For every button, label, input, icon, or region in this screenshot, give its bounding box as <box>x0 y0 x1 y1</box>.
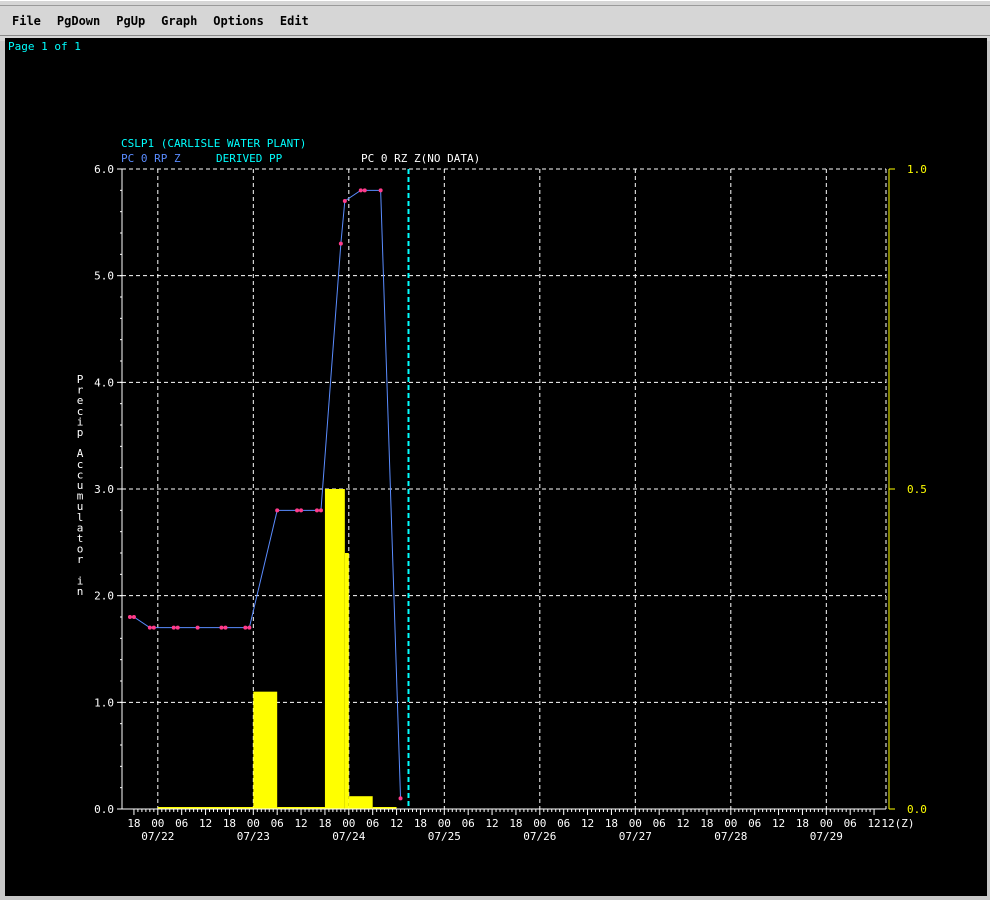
legend-item: PC 0 RP Z <box>121 152 181 165</box>
y-tick-label-left: 3.0 <box>94 483 114 496</box>
accumulator-point <box>147 625 152 630</box>
x-tick-label: 18 <box>127 817 140 830</box>
chart-title: CSLP1 (CARLISLE WATER PLANT) <box>121 137 306 150</box>
derived-pp-bar <box>344 553 349 809</box>
graph-panel: Page 1 of 1 0.0 1.0 2.0 3.0 4.0 5.0 6.0 18 00 06 12… <box>5 38 987 896</box>
x-tick-label: 06 <box>462 817 475 830</box>
page-indicator: Page 1 of 1 <box>8 40 81 53</box>
accumulator-point <box>171 625 176 630</box>
y-tick-label-right: 1.0 <box>907 163 927 176</box>
x-date-label: 07/24 <box>332 830 365 843</box>
menu-bar: File PgDown PgUp Graph Options Edit <box>0 0 990 41</box>
accumulator-point <box>378 188 383 193</box>
x-tick-label: 18 <box>414 817 427 830</box>
x-tick-label: 18 <box>318 817 331 830</box>
x-tick-label: 00 <box>533 817 546 830</box>
y-tick-label-left: 1.0 <box>94 696 114 709</box>
accumulator-point <box>362 188 367 193</box>
x-date-label: 07/28 <box>714 830 747 843</box>
menu-graph[interactable]: Graph <box>161 13 197 29</box>
y-tick-label-left: 4.0 <box>94 376 114 389</box>
y-axis-label-char: p <box>77 426 84 439</box>
x-tick-label: 06 <box>653 817 666 830</box>
x-tick-label: 12 <box>294 817 307 830</box>
accumulator-point <box>295 508 300 513</box>
legend-item: PC 0 RZ Z(NO DATA) <box>361 152 480 165</box>
x-tick-label: 00 <box>342 817 355 830</box>
x-date-label: 07/25 <box>428 830 461 843</box>
x-tick-label: 00 <box>247 817 260 830</box>
accumulator-point <box>131 615 136 619</box>
x-tick-label: 06 <box>844 817 857 830</box>
x-tick-label: 12 <box>390 817 403 830</box>
x-tick-label: 00 <box>820 817 833 830</box>
accumulator-point <box>243 625 248 630</box>
x-date-label: 07/27 <box>619 830 652 843</box>
accumulator-point <box>318 508 323 513</box>
y-tick-label-left: 5.0 <box>94 270 114 283</box>
y-tick-label-right: 0.5 <box>907 483 927 496</box>
accumulator-point <box>275 508 280 513</box>
precip-chart: Page 1 of 1 0.0 1.0 2.0 3.0 4.0 5.0 6.0 18 00 06 12… <box>8 40 927 843</box>
accumulator-point <box>247 625 252 630</box>
x-tick-label: 12 <box>867 817 880 830</box>
x-tick-label: 12 <box>772 817 785 830</box>
y-tick-label-right: 0.0 <box>907 803 927 816</box>
x-tick-label: 00 <box>438 817 451 830</box>
x-tick-label: 12 <box>485 817 498 830</box>
x-tick-label: 18 <box>796 817 809 830</box>
menu-bar-top-border <box>0 5 990 6</box>
x-tick-label: 06 <box>271 817 284 830</box>
y-tick-label-left: 6.0 <box>94 163 114 176</box>
derived-pp-bar <box>324 489 345 809</box>
x-tick-label: 06 <box>175 817 188 830</box>
menu-bar-bottom-border <box>0 35 990 36</box>
derived-pp-bar <box>253 691 278 809</box>
x-date-label: 07/22 <box>141 830 174 843</box>
x-tick-label: 00 <box>151 817 164 830</box>
x-tick-label: 18 <box>223 817 236 830</box>
accumulator-point <box>151 625 156 630</box>
menu-file[interactable]: File <box>12 13 41 29</box>
legend-item: DERIVED PP <box>216 152 283 165</box>
x-tick-label: 12 <box>581 817 594 830</box>
accumulator-point <box>338 241 343 246</box>
accumulator-point <box>127 615 132 619</box>
accumulator-point <box>342 199 347 203</box>
accumulator-point <box>299 508 304 513</box>
menu-edit[interactable]: Edit <box>280 13 309 29</box>
x-date-label: 07/29 <box>810 830 843 843</box>
menu-pgup[interactable]: PgUp <box>116 13 145 29</box>
accumulator-point <box>358 188 363 193</box>
x-tick-label: 12 <box>676 817 689 830</box>
x-tick-label: 18 <box>605 817 618 830</box>
x-date-label: 07/26 <box>523 830 556 843</box>
menu-items: File PgDown PgUp Graph Options Edit <box>12 13 325 29</box>
menu-pgdown[interactable]: PgDown <box>57 13 100 29</box>
x-tick-label: 18 <box>700 817 713 830</box>
accumulator-point <box>223 625 228 630</box>
accumulator-point <box>398 796 403 801</box>
x-tick-label: 00 <box>724 817 737 830</box>
accumulator-point <box>314 508 319 513</box>
x-date-label: 07/23 <box>237 830 270 843</box>
x-tick-label: 12(Z) <box>881 817 914 830</box>
x-tick-label: 06 <box>748 817 761 830</box>
x-tick-label: 18 <box>509 817 522 830</box>
menu-options[interactable]: Options <box>213 13 264 29</box>
x-tick-label: 00 <box>629 817 642 830</box>
x-tick-label: 06 <box>366 817 379 830</box>
y-tick-label-left: 0.0 <box>94 803 114 816</box>
x-tick-label: 12 <box>199 817 212 830</box>
y-axis-label-char: r <box>77 553 84 566</box>
accumulator-point <box>195 625 200 630</box>
x-tick-label: 06 <box>557 817 570 830</box>
accumulator-point <box>219 625 224 630</box>
derived-pp-bar <box>348 796 373 809</box>
y-axis-label-char: n <box>77 585 84 598</box>
y-tick-label-left: 2.0 <box>94 590 114 603</box>
accumulator-point <box>175 625 180 630</box>
